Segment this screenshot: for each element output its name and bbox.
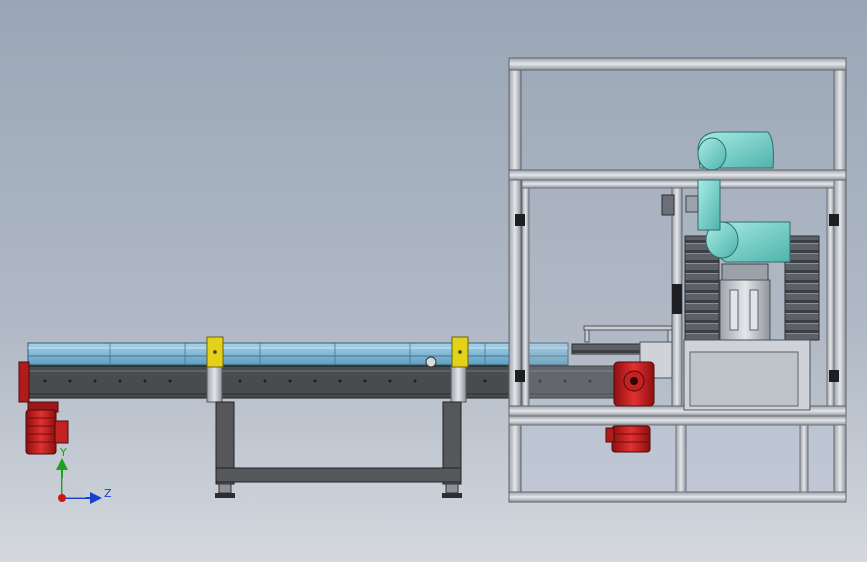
origin-dot-icon: [58, 494, 66, 502]
cad-viewport[interactable]: Y Z: [0, 0, 867, 562]
machine-base[interactable]: [683, 339, 811, 411]
sensor-wheel: [425, 356, 437, 368]
robot-base: [721, 263, 769, 281]
y-axis-label: Y: [59, 446, 67, 459]
conveyor-belt: [27, 342, 569, 366]
z-axis-label: Z: [104, 487, 112, 500]
